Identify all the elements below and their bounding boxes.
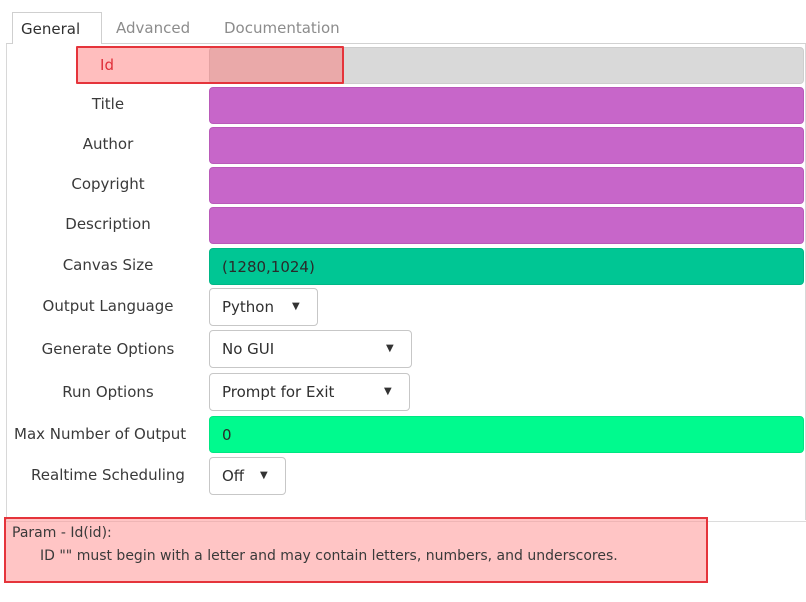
title-field[interactable] [209, 87, 804, 124]
error-message-panel: Param - Id(id): ID "" must begin with a … [4, 517, 708, 583]
output-language-value: Python [222, 298, 274, 316]
error-message-text: ID "" must begin with a letter and may c… [40, 548, 618, 564]
run-options-value: Prompt for Exit [222, 383, 335, 401]
id-label: Id [100, 56, 114, 74]
output-language-dropdown[interactable]: Python ▼ [209, 288, 318, 326]
max-number-output-field[interactable]: 0 [209, 416, 804, 453]
output-language-label: Output Language [42, 297, 174, 315]
caret-down-icon: ▼ [386, 343, 394, 354]
caret-down-icon: ▼ [292, 301, 300, 312]
tab-general[interactable]: General [12, 12, 102, 44]
title-label: Title [91, 95, 125, 113]
copyright-field[interactable] [209, 167, 804, 204]
realtime-scheduling-label: Realtime Scheduling [31, 466, 185, 484]
caret-down-icon: ▼ [260, 470, 268, 481]
generate-options-value: No GUI [222, 340, 275, 358]
author-label: Author [82, 135, 134, 153]
realtime-scheduling-value: Off [222, 467, 245, 485]
canvas-size-label: Canvas Size [62, 256, 154, 274]
description-field[interactable] [209, 207, 804, 244]
tab-bar: General Advanced Documentation [0, 0, 806, 44]
copyright-label: Copyright [71, 175, 145, 193]
caret-down-icon: ▼ [384, 386, 392, 397]
generate-options-label: Generate Options [41, 340, 175, 358]
generate-options-dropdown[interactable]: No GUI ▼ [209, 330, 412, 368]
author-field[interactable] [209, 127, 804, 164]
error-message-title: Param - Id(id): [12, 525, 112, 541]
run-options-dropdown[interactable]: Prompt for Exit ▼ [209, 373, 410, 411]
realtime-scheduling-dropdown[interactable]: Off ▼ [209, 457, 286, 495]
block-properties-dialog: General Advanced Documentation Id Title … [0, 0, 806, 602]
canvas-size-field[interactable]: (1280,1024) [209, 248, 804, 285]
description-label: Description [65, 215, 151, 233]
tab-advanced[interactable]: Advanced [108, 12, 204, 44]
tab-documentation[interactable]: Documentation [216, 12, 362, 44]
run-options-label: Run Options [62, 383, 154, 401]
max-number-output-label: Max Number of Output [14, 425, 187, 443]
